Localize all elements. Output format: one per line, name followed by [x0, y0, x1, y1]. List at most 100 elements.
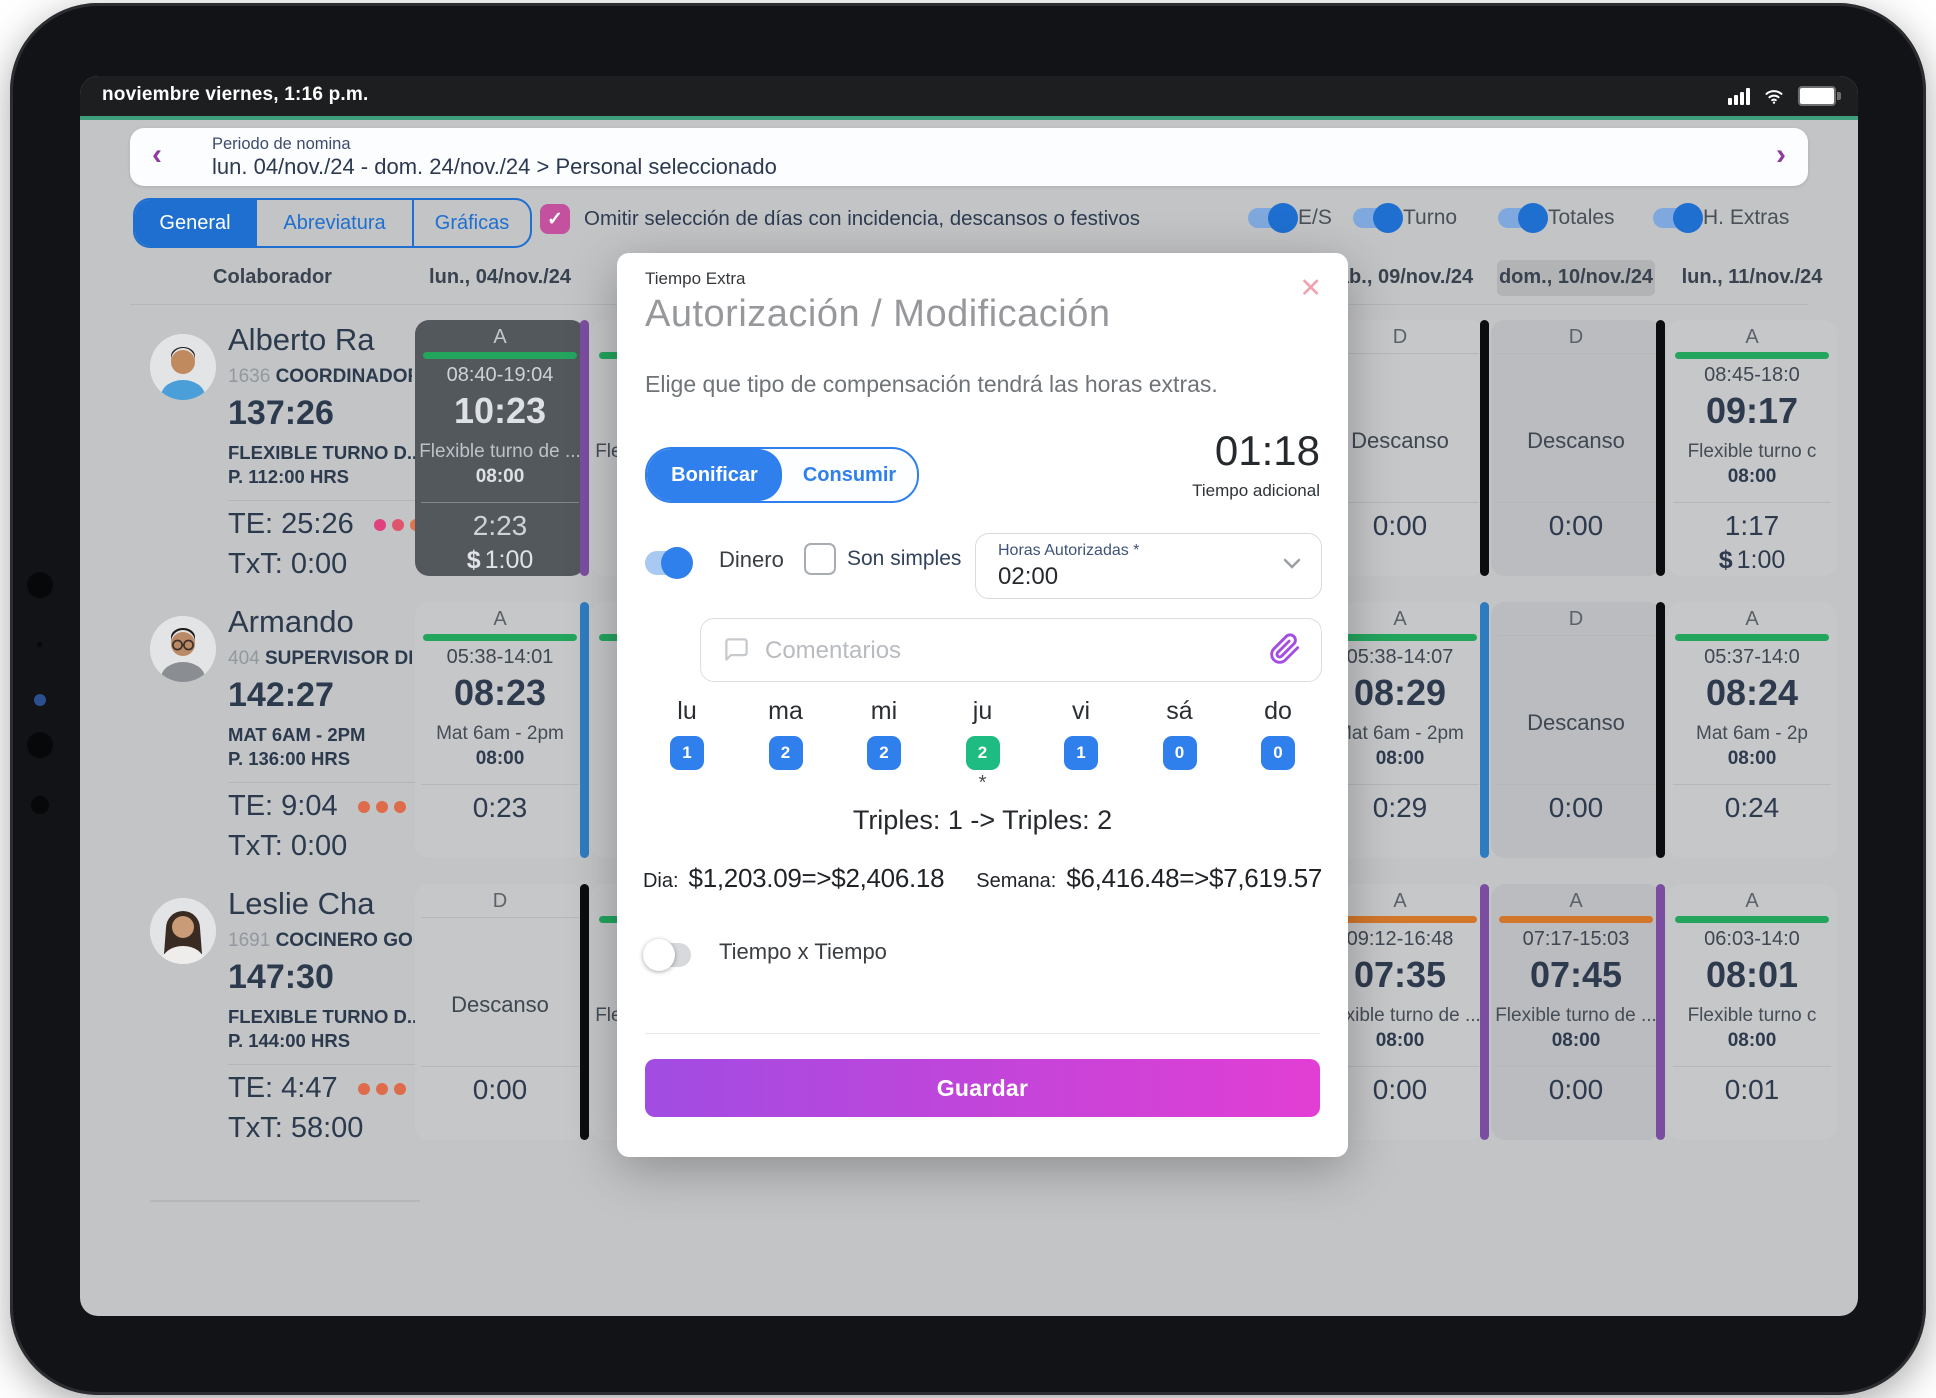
tab-graficas[interactable]: Gráficas [412, 200, 530, 246]
day-item-ma: ma 2 [754, 697, 818, 794]
day-label: ju [972, 697, 993, 725]
attachment-paperclip-icon[interactable] [1269, 633, 1301, 665]
day-badge[interactable]: 2 [768, 736, 803, 770]
cell-border-stripe [1656, 320, 1665, 576]
status-datetime: noviembre viernes, 1:16 p.m. [102, 84, 369, 105]
shift-color-bar [1675, 916, 1829, 923]
toggle-hextras-switch[interactable] [1653, 203, 1703, 233]
employee-role: COCINERO GOI [275, 930, 412, 951]
next-period-icon[interactable]: › [1776, 138, 1786, 172]
day-cell[interactable]: A 08:45-18:0 09:17 Flexible turno c 08:0… [1667, 320, 1837, 576]
weekday-counters: lu 1 ma 2 mi 2 ju 2 * vi 1 sá 0 do 0 [655, 697, 1310, 794]
day-cell-selected[interactable]: A 08:40-19:04 10:23 Flexible turno de ..… [415, 320, 589, 576]
day-badge[interactable]: 1 [670, 736, 704, 770]
cell-rest-label: Descanso [1527, 428, 1625, 453]
cell-extra-time: 0:00 [1548, 792, 1604, 823]
comments-input[interactable] [763, 619, 1247, 683]
column-header-day1: lun., 04/nov./24 [429, 266, 571, 288]
day-cell[interactable]: A 07:17-15:03 07:45 Flexible turno de ..… [1491, 884, 1665, 1140]
employee-name[interactable]: Alberto Ra [228, 322, 374, 358]
day-badge[interactable]: 2 [965, 736, 1000, 770]
cell-shift-label: Mat 6am - 2pm [436, 723, 564, 744]
money-summary: Dia: $1,203.09=>$2,406.18 Semana: $6,416… [617, 863, 1348, 894]
dinero-toggle[interactable] [645, 547, 693, 579]
cell-worked-hours: 08:01 [1705, 954, 1799, 995]
camera-lens [34, 694, 46, 706]
day-badge[interactable]: 0 [1261, 736, 1295, 770]
toggle-turno-switch[interactable] [1353, 203, 1403, 233]
toggle-es-switch[interactable] [1248, 203, 1298, 233]
period-bar: ‹ Periodo de nomina lun. 04/nov./24 - do… [130, 128, 1808, 186]
app-screen: noviembre viernes, 1:16 p.m. ‹ Periodo d… [80, 76, 1858, 1316]
signal-icon [1728, 87, 1750, 105]
te-status-dots[interactable] [357, 1082, 406, 1095]
day-item-lu: lu 1 [655, 697, 719, 794]
cell-shift-label: Flexible turno c [1687, 1005, 1817, 1026]
day-badge[interactable]: 2 [867, 736, 901, 770]
cell-status-letter: A [1569, 890, 1583, 912]
day-cell[interactable]: A 05:38-14:01 08:23 Mat 6am - 2pm 08:00 … [415, 602, 589, 858]
toggle-totales-switch[interactable] [1498, 203, 1548, 233]
cell-border-stripe [1480, 602, 1489, 858]
tab-general[interactable]: General [135, 200, 255, 246]
cell-border-stripe [1480, 884, 1489, 1140]
day-badge[interactable]: 1 [1064, 736, 1098, 770]
divider [1497, 784, 1655, 785]
cell-extra-time: 0:24 [1724, 792, 1780, 823]
cell-time-range: 07:17-15:03 [1522, 928, 1630, 950]
additional-time-label: Tiempo adicional [1192, 481, 1320, 500]
day-cell[interactable]: A 06:03-14:0 08:01 Flexible turno c 08:0… [1667, 884, 1837, 1140]
column-header-collaborator: Colaborador [213, 266, 332, 288]
cell-worked-hours: 08:23 [453, 672, 547, 713]
omit-checkbox-label: Omitir selección de días con incidencia,… [584, 207, 1141, 230]
cell-rest-label: Descanso [1527, 710, 1625, 735]
employee-name[interactable]: Leslie Cha [228, 886, 374, 922]
close-icon[interactable]: ✕ [1299, 275, 1322, 302]
omit-checkbox[interactable]: ✓ [540, 204, 570, 234]
employee-id: 1691 [228, 930, 271, 951]
cell-status-letter: A [493, 608, 507, 630]
te-status-dots[interactable] [357, 800, 406, 813]
employee-period-hours: P. 136:00 HRS [228, 748, 351, 769]
son-simples-label: Son simples [847, 547, 962, 570]
cell-extra-time: 2:23 [472, 510, 528, 541]
employee-name[interactable]: Armando [228, 604, 354, 640]
prev-period-icon[interactable]: ‹ [152, 138, 162, 172]
avatar [150, 616, 216, 682]
day-label: ma [768, 697, 803, 725]
omit-days-option: ✓ Omitir selección de días con incidenci… [540, 204, 1140, 234]
shift-color-bar [423, 634, 577, 641]
day-item-do: do 0 [1246, 697, 1310, 794]
cell-shift-hours: 08:00 [1727, 466, 1777, 487]
comment-bubble-icon [725, 638, 748, 661]
tiempo-x-tiempo-toggle[interactable] [643, 939, 691, 971]
consumir-segment[interactable]: Consumir [782, 449, 917, 501]
day-cell[interactable]: D Descanso 0:00 [1491, 320, 1665, 576]
avatar [150, 334, 216, 400]
avatar [150, 898, 216, 964]
employee-role: SUPERVISOR DE [264, 648, 412, 669]
tiempo-x-tiempo-label: Tiempo x Tiempo [719, 939, 887, 964]
employee-shift-name: FLEXIBLE TURNO D... [228, 442, 423, 463]
day-cell[interactable]: A 05:37-14:0 08:24 Mat 6am - 2p 08:00 0:… [1667, 602, 1837, 858]
day-selected-asterisk: * [978, 772, 987, 794]
day-item-sa: sá 0 [1148, 697, 1212, 794]
horas-autorizadas-select[interactable]: Horas Autorizadas * 02:00 [975, 533, 1322, 599]
bonificar-segment[interactable]: Bonificar [647, 449, 782, 501]
semana-label: Semana: [976, 870, 1057, 892]
cell-rest-label: Descanso [451, 992, 549, 1017]
accent-top-line [80, 116, 1858, 120]
son-simples-checkbox[interactable] [804, 543, 836, 575]
cell-border-stripe [580, 884, 589, 1140]
day-cell[interactable]: D Descanso 0:00 [415, 884, 589, 1140]
view-tabs: General Abreviatura Gráficas [133, 198, 532, 248]
period-range-breadcrumb: lun. 04/nov./24 - dom. 24/nov./24 > Pers… [212, 154, 777, 179]
day-badge[interactable]: 0 [1162, 736, 1197, 770]
divider [421, 502, 579, 503]
tab-abreviatura[interactable]: Abreviatura [255, 200, 412, 246]
cell-money: $1:00 [1718, 546, 1786, 574]
save-button[interactable]: Guardar [645, 1059, 1320, 1117]
shift-color-bar [423, 352, 577, 359]
day-cell[interactable]: D Descanso 0:00 [1491, 602, 1665, 858]
cell-extra-time: 0:00 [1548, 1074, 1604, 1105]
